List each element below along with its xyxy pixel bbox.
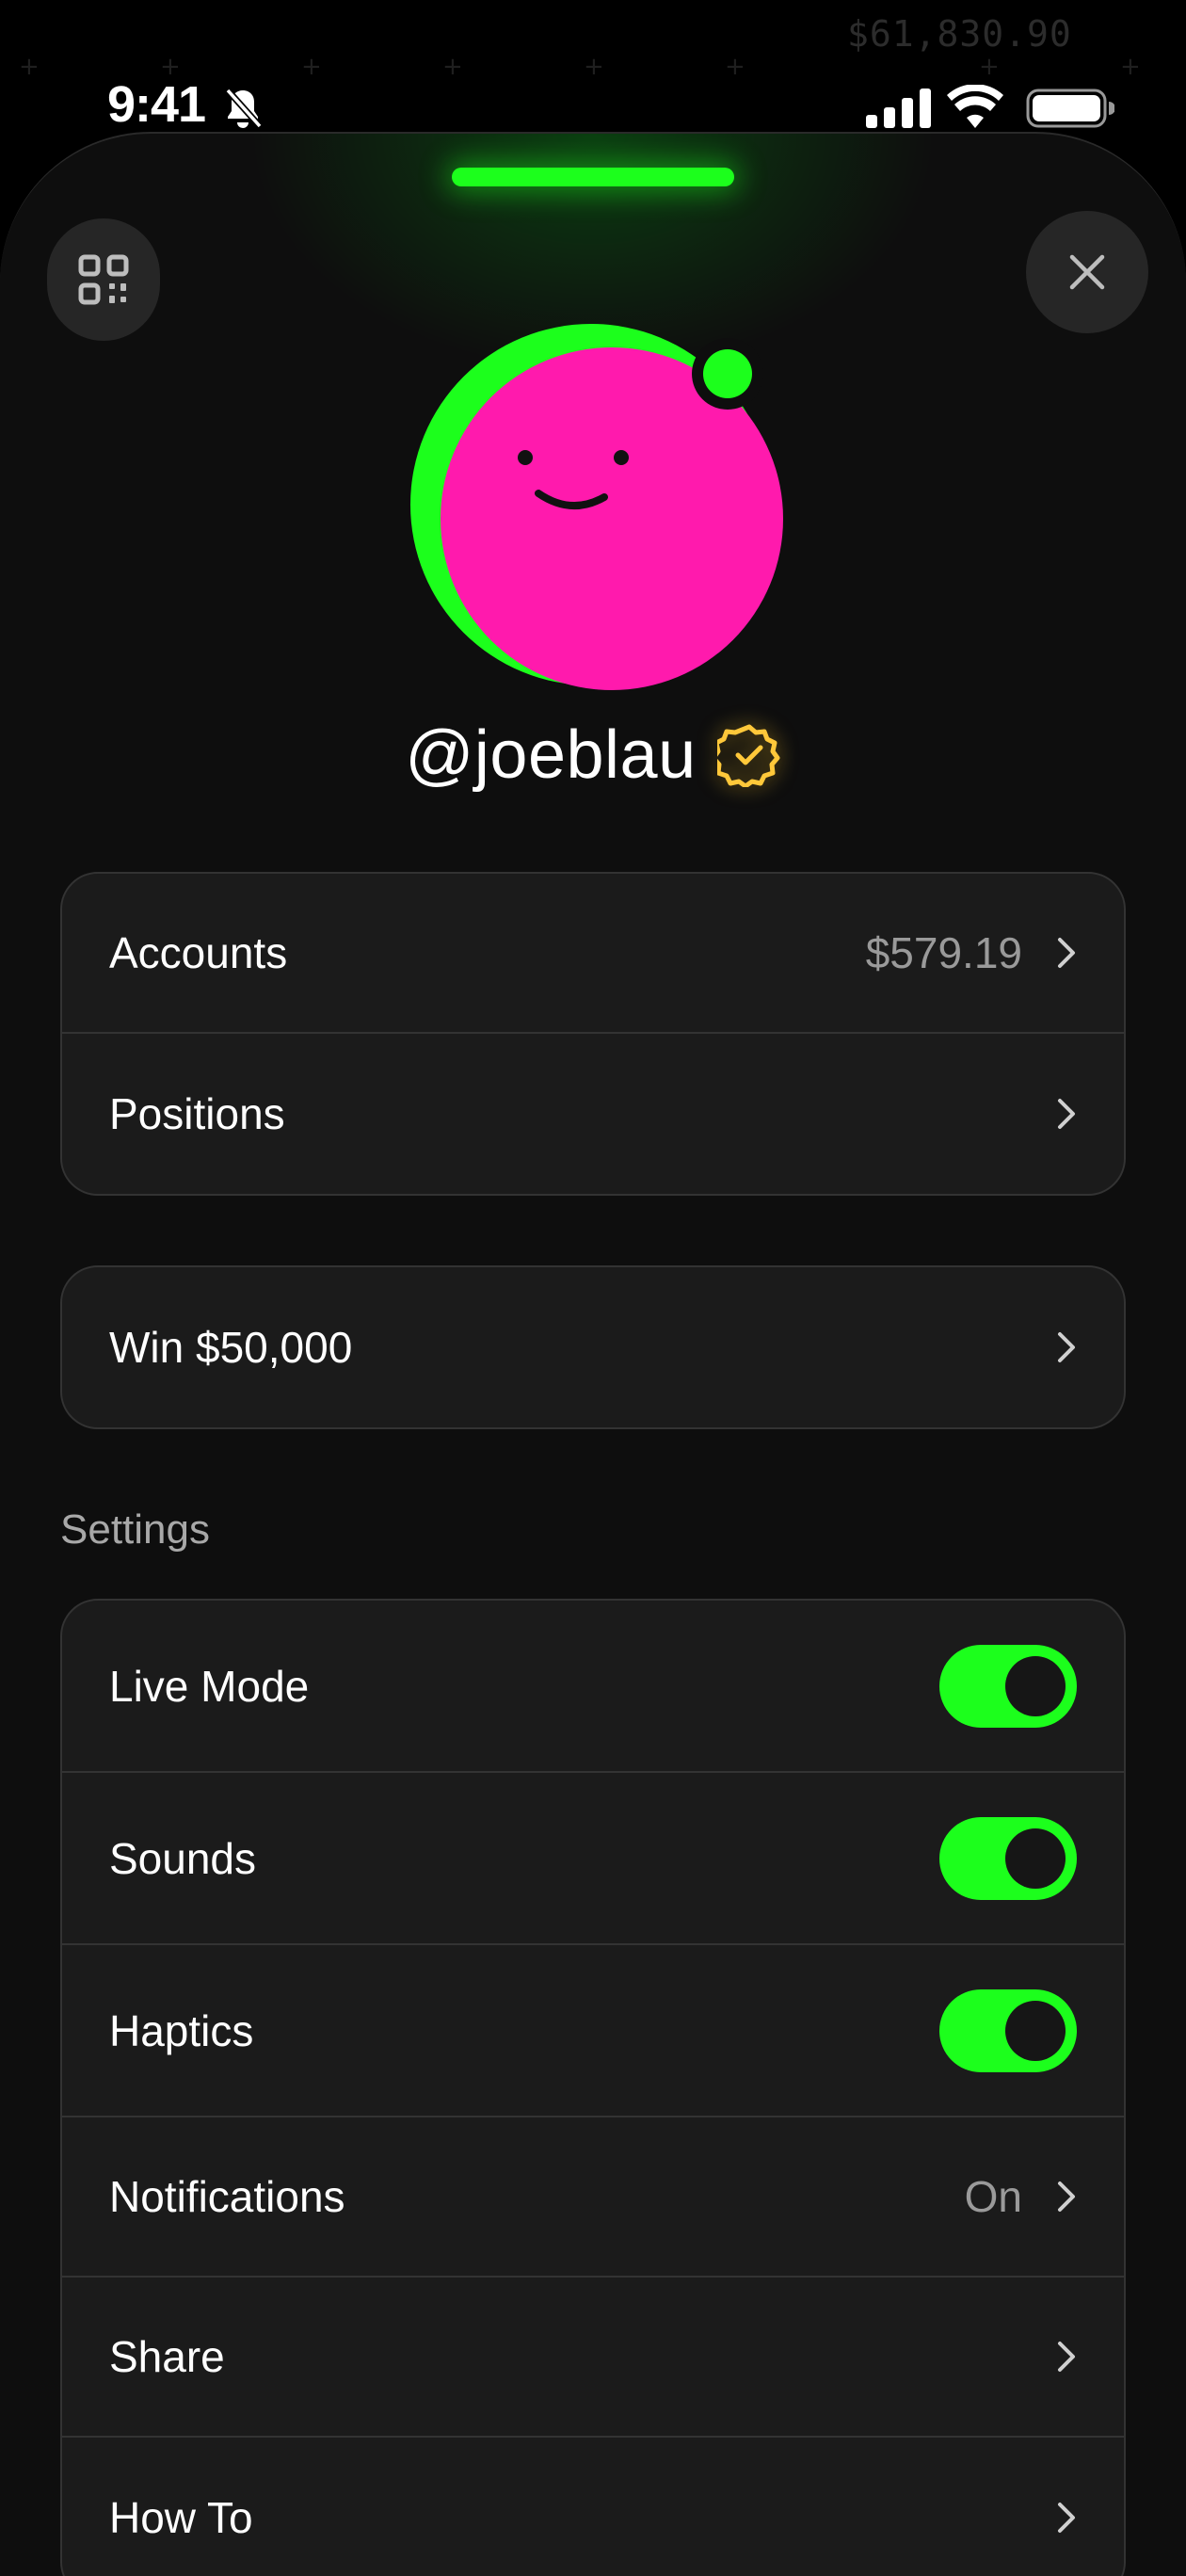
chevron-right-icon [1058, 2182, 1075, 2212]
qr-code-icon [78, 254, 129, 305]
sounds-toggle[interactable] [939, 1816, 1077, 1900]
share-row[interactable]: Share [62, 2278, 1124, 2438]
how-to-label: How To [109, 2493, 253, 2542]
positions-label: Positions [109, 1089, 285, 1138]
accounts-row[interactable]: Accounts $579.19 [62, 874, 1124, 1034]
notifications-status: On [964, 2172, 1022, 2221]
avatar[interactable] [407, 318, 783, 695]
sounds-row: Sounds [62, 1773, 1124, 1945]
toggle-knob [1005, 1655, 1066, 1716]
win-promo-row[interactable]: Win $50,000 [62, 1267, 1124, 1427]
username: @joeblau [405, 717, 697, 793]
toggle-knob [1005, 1827, 1066, 1889]
live-mode-row: Live Mode [62, 1601, 1124, 1773]
chevron-right-icon [1058, 1332, 1075, 1362]
notifications-label: Notifications [109, 2172, 345, 2221]
haptics-label: Haptics [109, 2005, 254, 2055]
accounts-balance: $579.19 [865, 928, 1022, 977]
share-label: Share [109, 2332, 225, 2381]
how-to-row[interactable]: How To [62, 2438, 1124, 2576]
haptics-toggle[interactable] [939, 1988, 1077, 2072]
win-promo-label: Win $50,000 [109, 1323, 353, 1372]
verified-badge-icon [716, 724, 780, 787]
chevron-right-icon [1058, 2342, 1075, 2372]
haptics-row: Haptics [62, 1945, 1124, 2117]
live-mode-toggle[interactable] [939, 1644, 1077, 1728]
chevron-right-icon [1058, 938, 1075, 968]
close-button[interactable] [1026, 211, 1148, 333]
positions-row[interactable]: Positions [62, 1034, 1124, 1194]
notifications-row[interactable]: Notifications On [62, 2117, 1124, 2278]
status-time: 9:41 [107, 76, 206, 133]
battery-icon [1026, 89, 1114, 128]
qr-code-button[interactable] [47, 218, 160, 341]
close-icon [1069, 254, 1105, 290]
bell-slash-icon [225, 88, 263, 129]
wifi-icon [947, 85, 1003, 128]
toggle-knob [1005, 2000, 1066, 2061]
cellular-signal-icon [866, 89, 931, 128]
sheet-grabber[interactable] [452, 168, 734, 186]
live-mode-label: Live Mode [109, 1661, 310, 1711]
accounts-label: Accounts [109, 928, 288, 977]
chevron-right-icon [1058, 1099, 1075, 1129]
settings-heading: Settings [60, 1506, 210, 1553]
status-bar: 9:41 [0, 0, 1186, 133]
username-row: @joeblau [0, 708, 1186, 802]
accounts-card: Accounts $579.19 Positions [60, 872, 1126, 1196]
settings-card: Live Mode Sounds Haptics Notifications O… [60, 1599, 1126, 2576]
promo-card: Win $50,000 [60, 1265, 1126, 1429]
profile-sheet: @joeblau Accounts $579.19 Positions Win … [0, 132, 1186, 2576]
chevron-right-icon [1058, 2503, 1075, 2533]
sounds-label: Sounds [109, 1833, 257, 1883]
